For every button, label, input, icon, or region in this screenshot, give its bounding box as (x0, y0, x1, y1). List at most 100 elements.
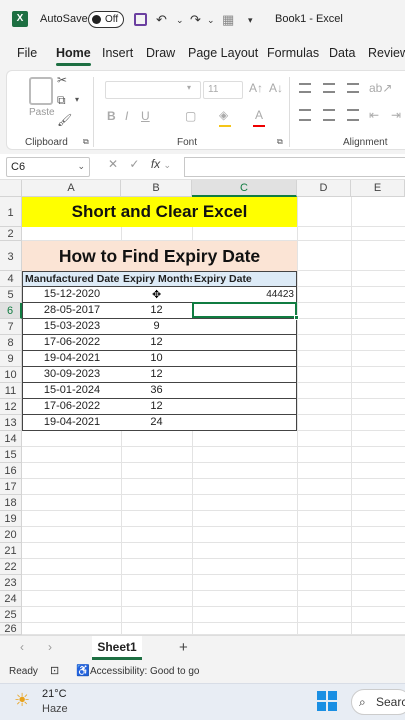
header-manufactured-date[interactable]: Manufactured Date (22, 271, 122, 287)
row-header-5[interactable]: 5 (0, 287, 22, 303)
font-dropdown-icon[interactable]: ▾ (187, 83, 191, 92)
cell-manufactured-date[interactable]: 19-04-2021 (22, 351, 122, 367)
row-header-24[interactable]: 24 (0, 591, 22, 607)
undo-dropdown-icon[interactable]: ⌄ (176, 15, 184, 26)
subtitle-banner[interactable]: How to Find Expiry Date (22, 241, 297, 271)
table-icon[interactable]: ▦ (222, 12, 234, 28)
cell-expiry-months[interactable]: 12 (121, 367, 193, 383)
cell-manufactured-date[interactable]: 28-05-2017 (22, 303, 122, 319)
align-right-icon[interactable] (347, 109, 359, 121)
row-header-22[interactable]: 22 (0, 559, 22, 575)
cell-manufactured-date[interactable]: 15-01-2024 (22, 383, 122, 399)
cell-expiry-date[interactable]: 44423 (192, 287, 297, 303)
fx-dropdown-icon[interactable]: ⌄ (164, 160, 172, 170)
insert-function-icon[interactable]: fx (151, 157, 160, 171)
tab-draw[interactable]: Draw (146, 46, 175, 60)
row-header-8[interactable]: 8 (0, 335, 22, 351)
copy-icon[interactable]: ⧉ (57, 93, 66, 108)
cell-expiry-date[interactable] (192, 351, 297, 367)
row-header-9[interactable]: 9 (0, 351, 22, 367)
weather-icon[interactable]: ☀ (14, 690, 30, 711)
enter-icon[interactable]: ✓ (129, 157, 139, 171)
row-header-15[interactable]: 15 (0, 447, 22, 463)
column-header-a[interactable]: A (22, 180, 121, 197)
name-box-dropdown-icon[interactable]: ⌄ (77, 161, 85, 172)
cell-manufactured-date[interactable]: 15-12-2020 (22, 287, 122, 303)
row-header-7[interactable]: 7 (0, 319, 22, 335)
align-middle-icon[interactable] (323, 83, 335, 93)
cell-manufactured-date[interactable]: 15-03-2023 (22, 319, 122, 335)
active-cell-c6[interactable] (192, 302, 297, 318)
row-header-20[interactable]: 20 (0, 527, 22, 543)
cell-expiry-months[interactable]: 36 (121, 383, 193, 399)
header-expiry-months[interactable]: Expiry Months (121, 271, 193, 287)
fill-color-icon[interactable]: ◈ (219, 108, 228, 122)
tab-home[interactable]: Home (56, 46, 91, 66)
cell-manufactured-date[interactable]: 30-09-2023 (22, 367, 122, 383)
cell-expiry-date[interactable] (192, 399, 297, 415)
add-sheet-button[interactable]: + (179, 639, 188, 656)
redo-dropdown-icon[interactable]: ⌄ (207, 15, 215, 26)
cell-expiry-date[interactable] (192, 383, 297, 399)
row-header-10[interactable]: 10 (0, 367, 22, 383)
bold-icon[interactable]: B (107, 109, 116, 123)
tab-file[interactable]: File (17, 46, 37, 60)
autosave-toggle[interactable]: Off (88, 11, 124, 28)
cell-expiry-date[interactable] (192, 367, 297, 383)
row-header-25[interactable]: 25 (0, 607, 22, 623)
increase-indent-icon[interactable]: ⇥ (391, 108, 401, 122)
align-center-icon[interactable] (323, 109, 335, 121)
row-header-14[interactable]: 14 (0, 431, 22, 447)
align-left-icon[interactable] (299, 109, 311, 121)
row-header-12[interactable]: 12 (0, 399, 22, 415)
cancel-icon[interactable]: ✕ (108, 157, 118, 171)
cut-icon[interactable]: ✂ (57, 73, 67, 87)
taskbar-search[interactable]: ⌕ Searc (351, 689, 405, 715)
column-header-d[interactable]: D (297, 180, 351, 197)
cell-expiry-months[interactable]: 12 (121, 303, 193, 319)
increase-font-icon[interactable]: A↑ (249, 81, 263, 95)
cell-expiry-date[interactable] (192, 415, 297, 431)
weather-condition[interactable]: Haze (42, 703, 68, 715)
row-header-17[interactable]: 17 (0, 479, 22, 495)
macro-record-icon[interactable]: ⊡ (50, 664, 59, 677)
row-header-26[interactable]: 26 (0, 623, 22, 635)
cell-expiry-months[interactable]: 12 (121, 399, 193, 415)
format-painter-icon[interactable]: 🖌 (57, 113, 72, 127)
cell-expiry-months[interactable]: 9 (121, 319, 193, 335)
fill-handle[interactable] (294, 315, 299, 320)
sheet-tab-sheet1[interactable]: Sheet1 (92, 636, 142, 660)
title-banner[interactable]: Short and Clear Excel (22, 197, 297, 227)
align-top-icon[interactable] (299, 83, 311, 93)
save-icon[interactable] (134, 13, 147, 26)
tab-insert[interactable]: Insert (102, 46, 133, 60)
column-header-b[interactable]: B (121, 180, 192, 197)
cell-manufactured-date[interactable]: 17-06-2022 (22, 335, 122, 351)
decrease-font-icon[interactable]: A↓ (269, 81, 283, 95)
cell-expiry-date[interactable] (192, 335, 297, 351)
windows-start-icon[interactable] (317, 691, 337, 711)
font-launcher-icon[interactable]: ⧉ (277, 137, 283, 147)
cell-manufactured-date[interactable]: 19-04-2021 (22, 415, 122, 431)
row-header-16[interactable]: 16 (0, 463, 22, 479)
tab-formulas[interactable]: Formulas (267, 46, 319, 60)
copy-dropdown-icon[interactable]: ▾ (75, 95, 79, 104)
row-header-3[interactable]: 3 (0, 241, 22, 271)
row-header-1[interactable]: 1 (0, 197, 22, 227)
accessibility-status[interactable]: Accessibility: Good to go (90, 666, 200, 677)
prev-sheet-icon[interactable]: ‹ (20, 640, 24, 654)
tab-page-layout[interactable]: Page Layout (188, 46, 258, 60)
row-header-2[interactable]: 2 (0, 227, 22, 241)
clipboard-launcher-icon[interactable]: ⧉ (83, 137, 89, 147)
column-header-e[interactable]: E (351, 180, 405, 197)
header-expiry-date[interactable]: Expiry Date (192, 271, 297, 287)
italic-icon[interactable]: I (125, 109, 128, 123)
row-header-18[interactable]: 18 (0, 495, 22, 511)
select-all-corner[interactable] (0, 180, 22, 197)
row-header-23[interactable]: 23 (0, 575, 22, 591)
orientation-icon[interactable]: ab↗ (369, 81, 392, 95)
row-header-4[interactable]: 4 (0, 271, 22, 287)
undo-icon[interactable]: ↶ (156, 12, 167, 28)
cell-expiry-date[interactable] (192, 319, 297, 335)
row-header-13[interactable]: 13 (0, 415, 22, 431)
